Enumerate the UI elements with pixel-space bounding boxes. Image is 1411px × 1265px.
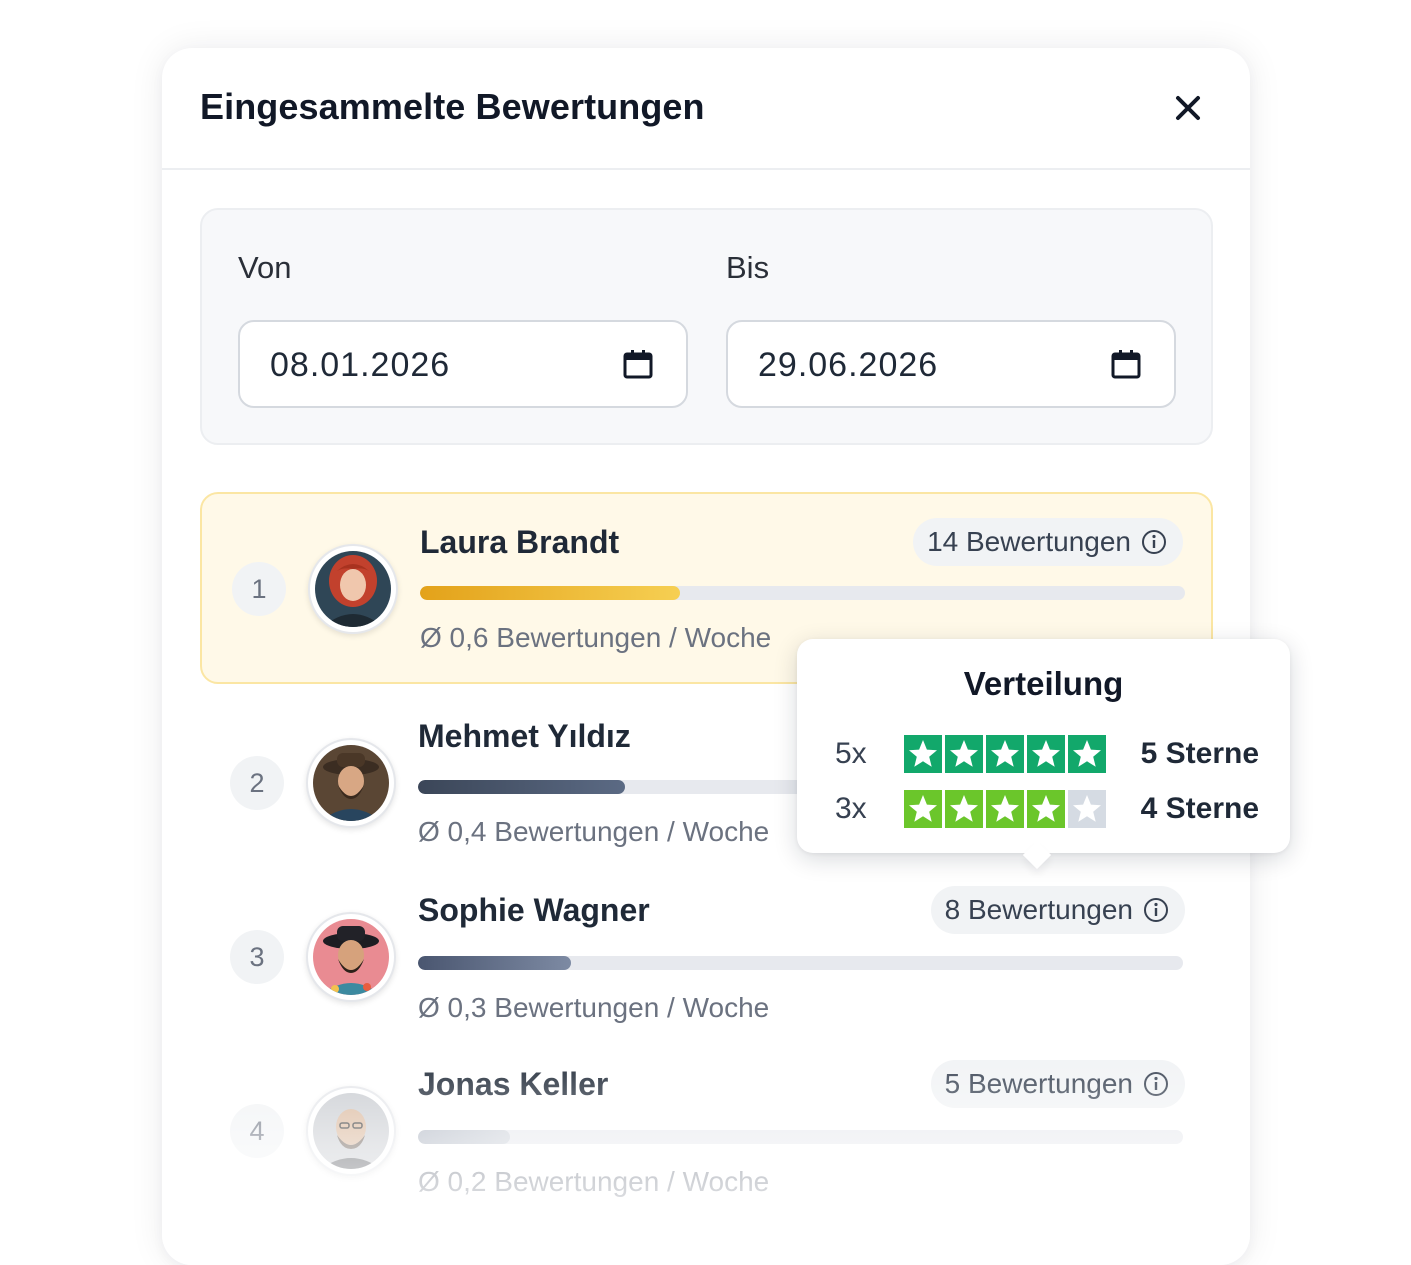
progress-fill [418, 1130, 510, 1144]
review-count-badge[interactable]: 5 Bewertungen [930, 1060, 1185, 1108]
star-filled-icon [986, 790, 1024, 828]
calendar-icon[interactable] [622, 348, 654, 380]
avatar-image [315, 551, 391, 627]
avatar [306, 1086, 396, 1176]
star-filled-icon [1068, 735, 1106, 773]
person-name: Jonas Keller [418, 1066, 609, 1102]
progress-fill [420, 586, 681, 600]
close-button[interactable] [1168, 88, 1208, 128]
weekly-average: Ø 0,3 Bewertungen / Woche [418, 992, 770, 1023]
from-label: Von [238, 250, 292, 285]
star-filled-icon [904, 790, 942, 828]
from-date-value: 08.01.2026 [270, 346, 451, 384]
avatar-image [313, 1093, 389, 1169]
star-filled-icon [945, 735, 983, 773]
date-range-panel: Von Bis 08.01.2026 29.06.2026 [200, 208, 1213, 445]
star-filled-icon [904, 735, 942, 773]
star-empty-icon [1068, 790, 1106, 828]
avatar-image [313, 919, 389, 995]
progress-track [418, 956, 1183, 970]
modal-header: Eingesammelte Bewertungen [162, 48, 1250, 170]
info-icon[interactable] [1143, 1071, 1169, 1097]
distribution-row: 5x 5 Sterne [835, 735, 1265, 775]
star-filled-icon [945, 790, 983, 828]
info-icon[interactable] [1141, 529, 1167, 555]
avatar-image [313, 745, 389, 821]
from-date-input[interactable]: 08.01.2026 [238, 320, 688, 408]
distribution-label: 5 Sterne [1140, 737, 1259, 770]
star-filled-icon [1027, 790, 1065, 828]
person-name: Sophie Wagner [418, 892, 650, 928]
close-icon [1176, 96, 1200, 120]
calendar-icon[interactable] [1110, 348, 1142, 380]
distribution-count: 5x [835, 737, 867, 770]
weekly-average: Ø 0,2 Bewertungen / Woche [418, 1166, 770, 1197]
info-icon[interactable] [1143, 897, 1169, 923]
review-count: 5 Bewertungen [944, 1068, 1133, 1099]
review-count: 14 Bewertungen [927, 526, 1131, 557]
avatar [308, 544, 398, 634]
distribution-row: 3x 4 Sterne [835, 790, 1265, 830]
rank-number: 2 [230, 756, 284, 810]
progress-track [420, 586, 1185, 600]
star-filled-icon [986, 735, 1024, 773]
progress-track [418, 1130, 1183, 1144]
ranking-row: 3 Sophie Wagner 8 Bewertungen Ø 0,3 Bewe… [200, 862, 1213, 1054]
to-date-input[interactable]: 29.06.2026 [726, 320, 1176, 408]
rank-number: 4 [230, 1104, 284, 1158]
distribution-tooltip: Verteilung 5x 5 Sterne 3x 4 Sterne [797, 639, 1290, 870]
weekly-average: Ø 0,4 Bewertungen / Woche [418, 816, 770, 847]
person-name: Laura Brandt [420, 524, 620, 560]
weekly-average: Ø 0,6 Bewertungen / Woche [420, 622, 772, 653]
review-count-badge[interactable]: 14 Bewertungen [913, 518, 1183, 566]
avatar [306, 912, 396, 1002]
distribution-label: 4 Sterne [1140, 792, 1259, 825]
progress-fill [418, 780, 625, 794]
rank-number: 3 [230, 930, 284, 984]
review-count-badge[interactable]: 8 Bewertungen [930, 886, 1185, 934]
review-count: 8 Bewertungen [944, 894, 1133, 925]
avatar [306, 738, 396, 828]
star-rating [904, 790, 1106, 828]
modal-title: Eingesammelte Bewertungen [200, 86, 705, 127]
star-rating [904, 735, 1106, 773]
to-date-value: 29.06.2026 [758, 346, 939, 384]
tooltip-title: Verteilung [963, 665, 1124, 702]
distribution-count: 3x [835, 792, 867, 825]
ranking-row: 4 Jonas Keller 5 Bewertungen Ø 0,2 Bewer… [200, 1036, 1213, 1228]
rank-number: 1 [232, 562, 286, 616]
person-name: Mehmet Yıldız [418, 718, 631, 754]
progress-fill [418, 956, 571, 970]
star-filled-icon [1027, 735, 1065, 773]
to-label: Bis [726, 250, 770, 285]
